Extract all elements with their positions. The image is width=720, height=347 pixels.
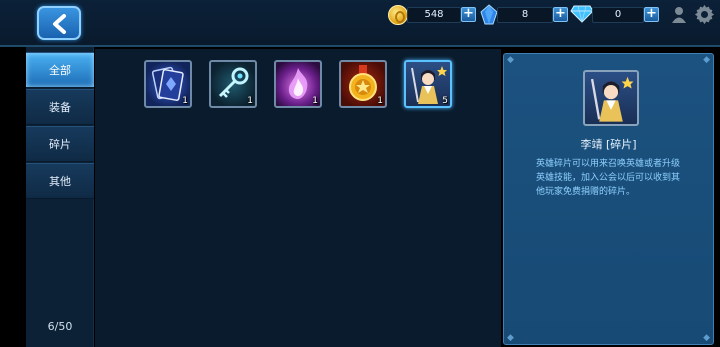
item-quantity: 1 — [377, 96, 383, 106]
tab-other[interactable]: 其他 — [26, 163, 94, 199]
tab-all[interactable]: 全部 — [26, 52, 94, 88]
hero-fragment-icon — [590, 76, 634, 122]
gold-coin-icon — [388, 5, 408, 25]
crystal-amount: 8 — [497, 7, 553, 23]
corner-ornament-icon: ◆ — [703, 55, 710, 65]
inventory-item[interactable]: 1 — [209, 60, 257, 108]
corner-ornament-icon: ◆ — [507, 55, 514, 65]
corner-ornament-icon: ◆ — [507, 333, 514, 343]
item-detail-panel: ◆ ◆ ◆ ◆ 李靖 [碎片] 英雄碎片可以用来召唤英雄或者升级英雄技能，加入公… — [503, 53, 714, 345]
category-sidebar: 全部 装备 碎片 其他 6/50 — [26, 47, 94, 347]
detail-item-description: 英雄碎片可以用来召唤英雄或者升级英雄技能，加入公会以后可以收到其他玩家免费捐赠的… — [536, 159, 681, 197]
corner-ornament-icon: ◆ — [703, 333, 710, 343]
detail-item-name: 李靖 [碎片] — [580, 138, 637, 151]
chevron-left-icon — [53, 14, 66, 34]
inventory-item[interactable]: 1 — [274, 60, 322, 108]
tab-equipment[interactable]: 装备 — [26, 89, 94, 125]
add-diamond-button[interactable]: + — [644, 7, 659, 22]
diamond-amount: 0 — [592, 7, 644, 23]
item-quantity: 5 — [442, 96, 448, 106]
add-crystal-button[interactable]: + — [553, 7, 568, 22]
item-quantity: 1 — [182, 96, 188, 106]
person-icon[interactable] — [671, 6, 687, 24]
detail-item-image — [583, 70, 639, 126]
diamond-icon — [570, 5, 594, 23]
add-gold-button[interactable]: + — [461, 7, 476, 22]
gear-icon[interactable] — [694, 4, 715, 25]
tab-fragments[interactable]: 碎片 — [26, 126, 94, 162]
inventory-item[interactable]: 1 — [144, 60, 192, 108]
inventory-grid: 1 1 1 1 5 — [95, 49, 501, 347]
item-quantity: 1 — [247, 96, 253, 106]
blue-crystal-icon — [480, 4, 498, 25]
back-button[interactable] — [37, 6, 81, 40]
inventory-item[interactable]: 5 — [404, 60, 452, 108]
inventory-item[interactable]: 1 — [339, 60, 387, 108]
inventory-capacity: 6/50 — [47, 320, 73, 333]
gold-amount: 548 — [407, 7, 461, 23]
item-quantity: 1 — [312, 96, 318, 106]
top-bar: 548 + 8 + 0 + — [0, 0, 720, 47]
